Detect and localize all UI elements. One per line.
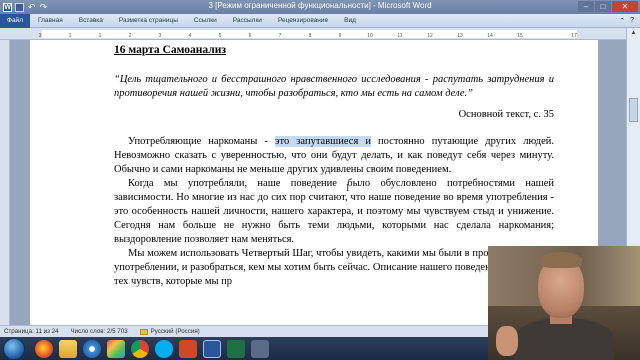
tab-page-layout[interactable]: Разметка страницы <box>111 17 186 24</box>
paint-icon[interactable] <box>107 339 125 358</box>
excel-icon[interactable] <box>227 339 245 358</box>
window-controls: – □ ✕ <box>578 1 638 12</box>
paragraph-1-start: Употребляющие наркоманы - <box>128 136 275 147</box>
scrollbar-thumb[interactable] <box>629 98 638 122</box>
presenter-hair <box>540 252 582 268</box>
tab-file[interactable]: Файл <box>0 13 30 28</box>
word-icon[interactable] <box>203 339 221 358</box>
help-icon[interactable]: ? <box>630 17 634 25</box>
skype-icon[interactable] <box>155 339 173 358</box>
tab-mailings[interactable]: Рассылки <box>225 17 270 24</box>
ruler-paper: 3 1 1 2 3 4 5 6 7 8 9 10 11 12 13 14 15 … <box>39 30 577 39</box>
status-page[interactable]: Страница: 11 из 24 <box>4 328 59 335</box>
tab-insert[interactable]: Вставка <box>71 17 111 24</box>
ribbon-tabs: Файл Главная Вставка Разметка страницы С… <box>0 13 640 28</box>
ruler-number: 9 <box>338 33 342 39</box>
start-button[interactable] <box>3 337 25 360</box>
ibeam-cursor-icon: I <box>346 183 350 194</box>
webcam-overlay <box>488 246 640 360</box>
vertical-ruler <box>0 40 10 325</box>
status-language: Русский (Россия) <box>150 328 200 335</box>
presenter-hand <box>496 326 518 356</box>
minimize-button[interactable]: – <box>578 1 594 12</box>
ruler-number: 10 <box>367 33 373 39</box>
ruler-number: 2 <box>128 33 132 39</box>
quote-text[interactable]: “Цель тщательного и бесстрашного нравств… <box>114 73 554 101</box>
ruler-number: 5 <box>218 33 222 39</box>
ruler-number: 1 <box>98 33 102 39</box>
taskbar-pinned-apps <box>35 339 269 358</box>
maximize-button[interactable]: □ <box>595 1 611 12</box>
paragraph-2[interactable]: Когда мы употребляли, наше поведение был… <box>114 177 554 247</box>
media-player-icon[interactable] <box>83 339 101 358</box>
folder-icon[interactable] <box>59 339 77 358</box>
ruler-number: 14 <box>487 33 493 39</box>
page-title[interactable]: 16 марта Самоанализ <box>114 43 554 59</box>
chrome-icon[interactable] <box>131 339 149 358</box>
ruler-number: 1 <box>68 33 72 39</box>
ruler-number: 8 <box>308 33 312 39</box>
screen: W ↶ ↷ 3 [Режим ограниченной функциональн… <box>0 0 640 360</box>
horizontal-ruler[interactable]: 3 1 1 2 3 4 5 6 7 8 9 10 11 12 13 14 15 … <box>0 28 626 40</box>
tab-home[interactable]: Главная <box>30 17 71 24</box>
ruler-number: 13 <box>457 33 463 39</box>
ruler-number: 17 <box>571 33 577 39</box>
ruler-number: 3 <box>38 33 42 39</box>
firefox-icon[interactable] <box>35 339 53 358</box>
ruler-number: 11 <box>397 33 403 39</box>
status-words[interactable]: Число слов: 2/5 703 <box>71 328 128 335</box>
ruler-number: 3 <box>158 33 162 39</box>
ruler-number: 12 <box>427 33 433 39</box>
close-button[interactable]: ✕ <box>612 1 638 12</box>
scroll-up-icon[interactable]: ▲ <box>627 28 640 39</box>
ruler-number: 7 <box>278 33 282 39</box>
proofing-icon <box>139 328 148 335</box>
paragraph-1[interactable]: Употребляющие наркоманы - это запутавшие… <box>114 135 554 177</box>
window-title: 3 [Режим ограниченной функциональности] … <box>208 1 432 10</box>
status-language-group[interactable]: Русский (Россия) <box>139 328 200 335</box>
quote-source[interactable]: Основной текст, с. 35 <box>114 108 554 122</box>
tab-references[interactable]: Ссылки <box>186 17 225 24</box>
tab-view[interactable]: Вид <box>336 17 364 24</box>
ruler-number: 4 <box>188 33 192 39</box>
collapse-ribbon-icon[interactable]: ⌃ <box>619 17 625 25</box>
app-icon[interactable] <box>251 339 269 358</box>
ruler-number: 6 <box>248 33 252 39</box>
ribbon-right-controls: ⌃ ? <box>619 17 634 25</box>
ruler-number: 15 <box>517 33 523 39</box>
presenter-body <box>514 318 614 360</box>
powerpoint-icon[interactable] <box>179 339 197 358</box>
title-bar: W ↶ ↷ 3 [Режим ограниченной функциональн… <box>0 0 640 14</box>
tab-review[interactable]: Рецензирование <box>270 17 336 24</box>
selected-text[interactable]: это запутавшиеся и <box>275 136 371 147</box>
